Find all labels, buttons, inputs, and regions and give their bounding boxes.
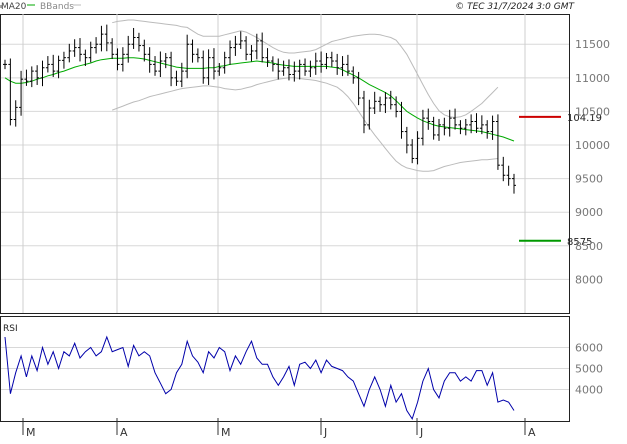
stock-chart: 104.19 8575 RSI 8000 8500 9000 9500 10000 1050… xyxy=(0,0,627,440)
grid-lines xyxy=(1,14,569,390)
x-tick-label: M xyxy=(221,426,231,439)
rsi-tick-label: 5000 xyxy=(575,363,603,376)
rsi-title: RSI xyxy=(3,324,18,334)
bollinger-bands xyxy=(112,19,499,172)
x-tick-label: A xyxy=(120,426,128,439)
panel-frames xyxy=(0,14,570,422)
price-tick-label: 9500 xyxy=(575,173,603,186)
legend: MA20 BBands xyxy=(0,2,81,12)
bbands-legend-label: BBands xyxy=(40,2,74,12)
price-tick-label: 9000 xyxy=(575,206,603,219)
x-tick-label: M xyxy=(26,426,36,439)
x-tick-label: J xyxy=(323,426,327,439)
x-tick-label: A xyxy=(528,426,536,439)
axis-labels: 8000 8500 9000 9500 10000 10500 11000 11500 4000… xyxy=(22,38,610,439)
price-tick-label: 8000 xyxy=(575,273,603,286)
rsi-tick-label: 6000 xyxy=(575,342,603,355)
price-tick-label: 10500 xyxy=(575,105,610,118)
rsi-tick-label: 4000 xyxy=(575,384,603,397)
price-tick-label: 11000 xyxy=(575,72,610,85)
chart-svg: 104.198575 RSI 8000850090009500100001050… xyxy=(0,2,610,439)
rsi-line xyxy=(4,335,515,421)
ma20-line xyxy=(4,57,515,142)
ma20-path xyxy=(4,57,515,142)
ma20-legend-label: MA20 xyxy=(1,2,27,12)
rsi-panel: RSI xyxy=(3,324,515,421)
x-tick-label: J xyxy=(419,426,423,439)
price-tick-label: 10000 xyxy=(575,139,610,152)
price-tick-label: 8500 xyxy=(575,240,603,253)
price-tick-label: 11500 xyxy=(575,38,610,51)
copyright-label: © TEC 31/7/2024 3:0 GMT xyxy=(455,2,575,12)
